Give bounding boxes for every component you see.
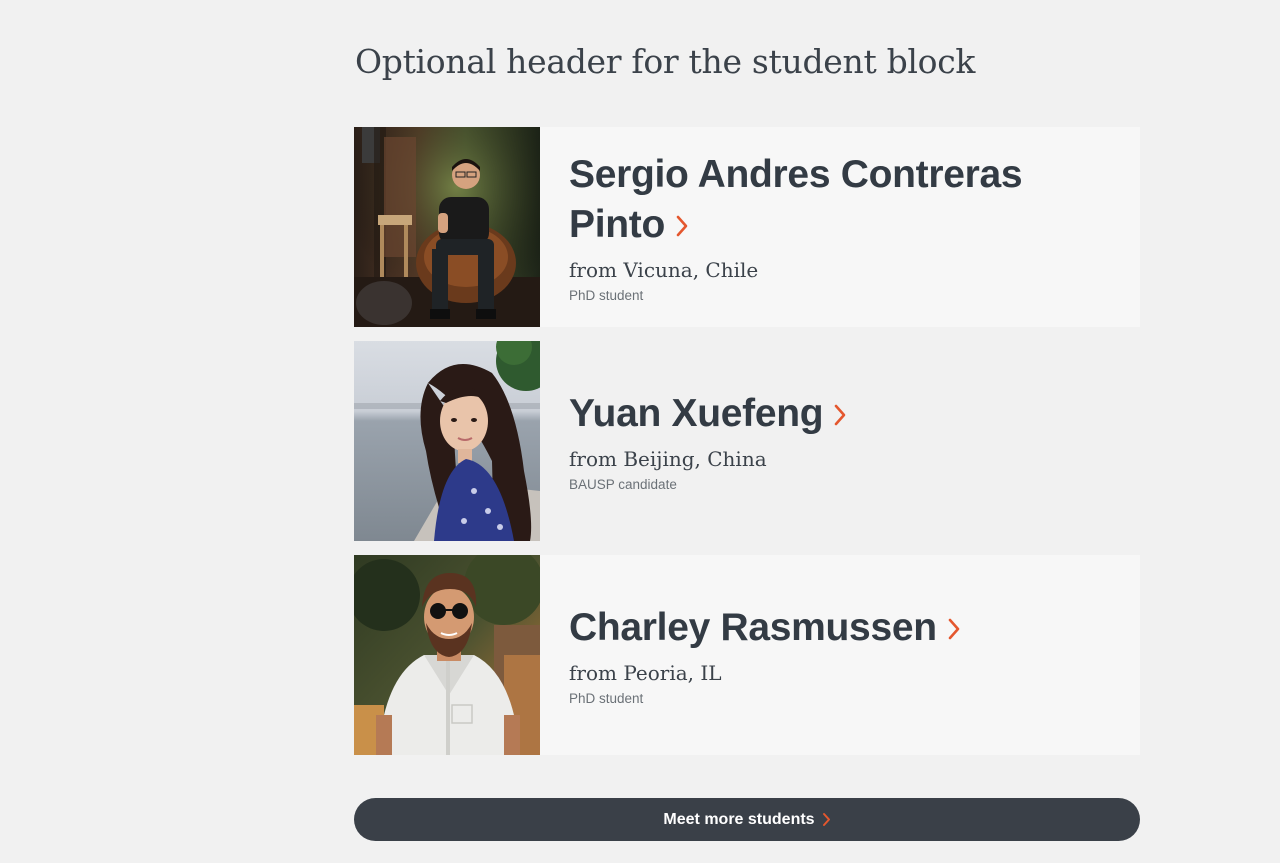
student-name-text: Charley Rasmussen [569, 605, 937, 649]
student-origin: from Beijing, China [569, 446, 767, 471]
student-name-yuan[interactable]: Yuan Xuefeng [569, 389, 1100, 439]
student-origin: from Vicuna, Chile [569, 257, 759, 282]
student-photo-charley [354, 555, 540, 755]
student-role: PhD student [569, 690, 644, 706]
student-card-yuan[interactable]: Yuan Xuefeng from Beijing, China BAUSP c… [354, 341, 1140, 541]
student-role: BAUSP candidate [569, 476, 677, 492]
student-name-sergio[interactable]: Sergio Andres Contreras Pinto [569, 150, 1100, 250]
student-info-charley: Charley Rasmussen from Peoria, IL PhD st… [540, 555, 1140, 755]
student-info-yuan: Yuan Xuefeng from Beijing, China BAUSP c… [540, 341, 1140, 541]
student-origin: from Peoria, IL [569, 660, 722, 685]
student-info-sergio: Sergio Andres Contreras Pinto from Vicun… [540, 127, 1140, 327]
chevron-right-icon [676, 215, 688, 236]
student-name-line2: Pinto [569, 202, 665, 246]
student-photo-yuan [354, 341, 540, 541]
student-role: PhD student [569, 287, 644, 303]
meet-more-students-button[interactable]: Meet more students [354, 798, 1140, 841]
chevron-right-icon [834, 404, 846, 425]
student-photo-sergio [354, 127, 540, 327]
student-name-line1: Sergio Andres Contreras [569, 152, 1023, 196]
block-header: Optional header for the student block [355, 42, 976, 81]
meet-more-students-label: Meet more students [663, 810, 815, 828]
student-card-sergio[interactable]: Sergio Andres Contreras Pinto from Vicun… [354, 127, 1140, 327]
student-list: Sergio Andres Contreras Pinto from Vicun… [354, 127, 1140, 769]
student-card-charley[interactable]: Charley Rasmussen from Peoria, IL PhD st… [354, 555, 1140, 755]
student-name-text: Yuan Xuefeng [569, 391, 824, 435]
student-name-charley[interactable]: Charley Rasmussen [569, 603, 1100, 653]
chevron-right-icon [822, 813, 830, 826]
chevron-right-icon [948, 618, 960, 639]
